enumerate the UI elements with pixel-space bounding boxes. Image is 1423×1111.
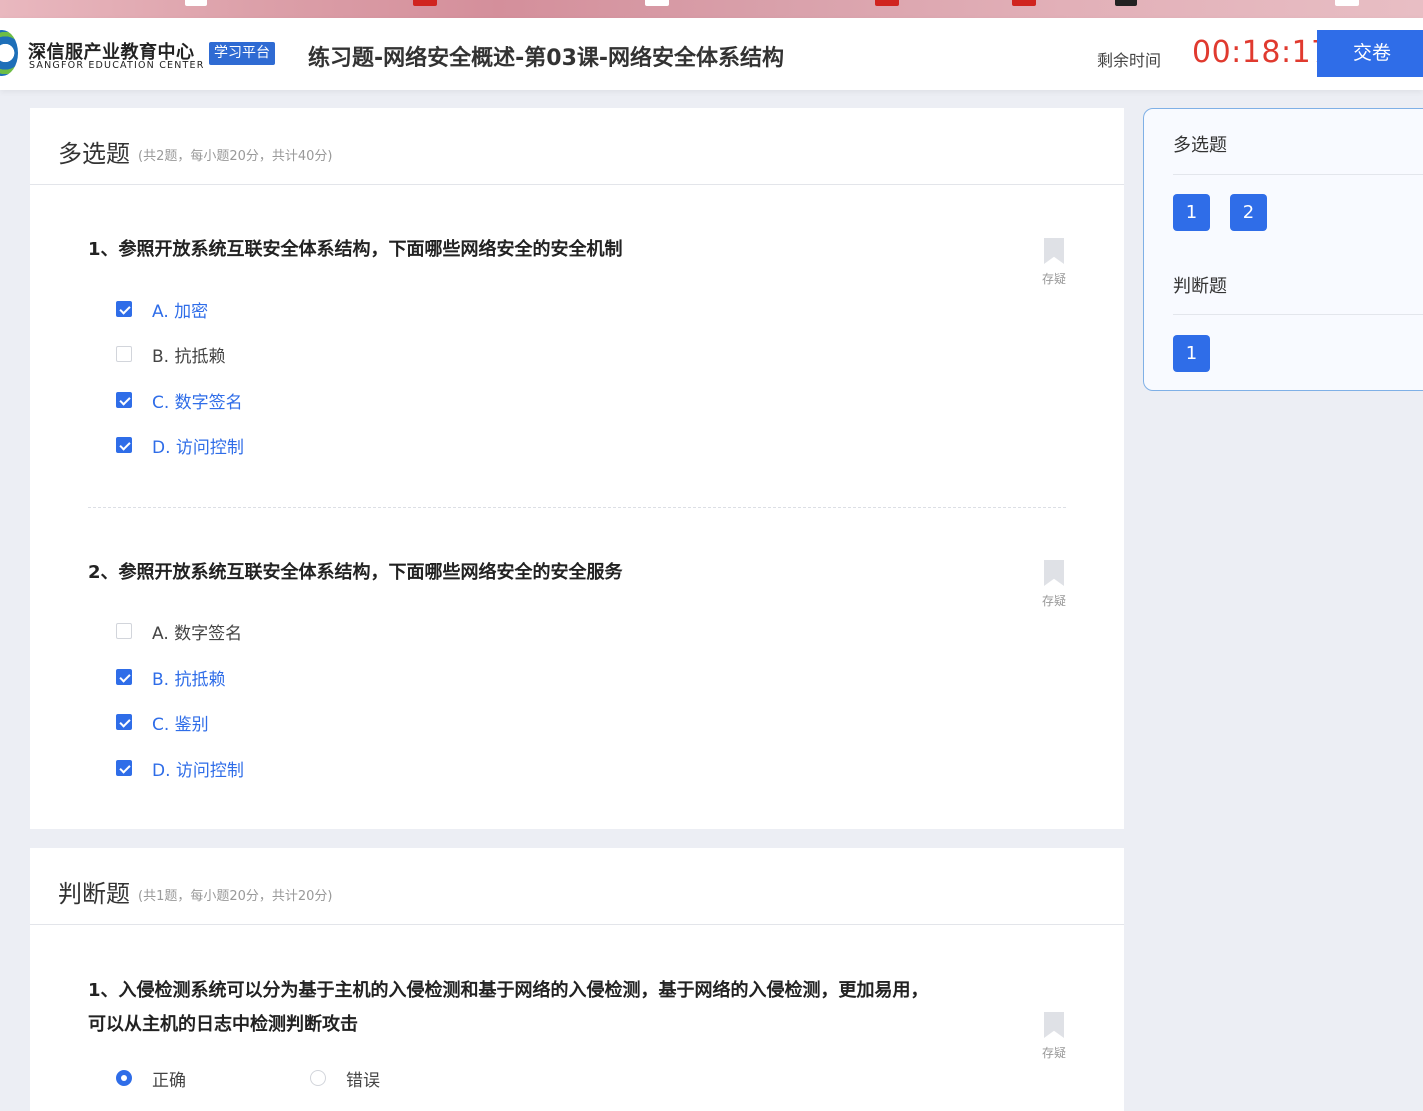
checkbox-checked[interactable] (116, 392, 132, 408)
option-label: D. 访问控制 (152, 437, 244, 458)
checkbox-checked[interactable] (116, 760, 132, 776)
option-b[interactable]: B. 抗抵赖 (116, 665, 226, 690)
doubt-bookmark-button[interactable]: 存疑 (1034, 560, 1074, 610)
browser-tab-strip (0, 0, 1423, 18)
option-label: D. 访问控制 (152, 760, 244, 781)
multiple-choice-section: 多选题 (共2题，每小题20分，共计40分) 1、参照开放系统互联安全体系结构，… (30, 108, 1124, 829)
bookmark-icon (1044, 1012, 1064, 1038)
question-text-line-1: 1、入侵检测系统可以分为基于主机的入侵检测和基于网络的入侵检测，基于网络的入侵检… (88, 980, 929, 1001)
nav-group-title: 多选题 (1173, 135, 1227, 156)
submit-exam-button[interactable]: 交卷 (1317, 30, 1423, 77)
section-title: 判断题 (58, 880, 130, 908)
section-note: (共2题，每小题20分，共计40分) (138, 149, 333, 164)
bookmark-icon (1044, 238, 1064, 264)
nav-question-button[interactable]: 2 (1230, 194, 1267, 231)
sangfor-logo-icon (0, 30, 18, 76)
nav-divider (1173, 174, 1423, 175)
bookmark-icon (1044, 560, 1064, 586)
option-false[interactable]: 错误 (310, 1066, 380, 1091)
doubt-bookmark-button[interactable]: 存疑 (1034, 238, 1074, 288)
checkbox-checked[interactable] (116, 714, 132, 730)
platform-badge: 学习平台 (209, 42, 275, 65)
doubt-bookmark-button[interactable]: 存疑 (1034, 1012, 1074, 1062)
nav-question-button[interactable]: 1 (1173, 194, 1210, 231)
exam-title: 练习题-网络安全概述-第03课-网络安全体系结构 (308, 46, 785, 71)
bookmark-label: 存疑 (1041, 1046, 1066, 1060)
question-1: 1、入侵检测系统可以分为基于主机的入侵检测和基于网络的入侵检测，基于网络的入侵检… (88, 974, 1068, 1042)
nav-question-button[interactable]: 1 (1173, 335, 1210, 372)
section-note: (共1题，每小题20分，共计20分) (138, 889, 333, 904)
checkbox-checked[interactable] (116, 301, 132, 317)
bookmark-label: 存疑 (1041, 272, 1066, 286)
option-label: B. 抗抵赖 (152, 346, 226, 367)
radio-selected[interactable] (116, 1070, 132, 1086)
section-header: 多选题 (共2题，每小题20分，共计40分) (30, 108, 1124, 185)
tab-fragment (645, 0, 669, 6)
option-label: A. 加密 (152, 301, 209, 322)
true-false-section: 判断题 (共1题，每小题20分，共计20分) 1、入侵检测系统可以分为基于主机的… (30, 848, 1124, 1111)
radio-unselected[interactable] (310, 1070, 326, 1086)
option-b[interactable]: B. 抗抵赖 (116, 342, 226, 367)
countdown-timer: 00:18:17 (1192, 35, 1331, 70)
timer-label: 剩余时间 (1097, 51, 1162, 70)
checkbox-unchecked[interactable] (116, 346, 132, 362)
checkbox-checked[interactable] (116, 437, 132, 453)
checkbox-checked[interactable] (116, 669, 132, 685)
tab-fragment (1335, 0, 1359, 6)
question-1: 1、参照开放系统互联安全体系结构，下面哪些网络安全的安全机制 (88, 233, 1068, 267)
option-d[interactable]: D. 访问控制 (116, 756, 244, 781)
option-a[interactable]: A. 加密 (116, 297, 209, 322)
nav-group-title: 判断题 (1173, 276, 1227, 297)
bookmark-label: 存疑 (1041, 594, 1066, 608)
section-header: 判断题 (共1题，每小题20分，共计20分) (30, 848, 1124, 925)
option-label: C. 数字签名 (152, 392, 243, 413)
question-text-line-2: 可以从主机的日志中检测判断攻击 (88, 1014, 358, 1035)
logo-english-text: SANGFOR EDUCATION CENTER (29, 60, 205, 71)
exam-header: 深信服产业教育中心 SANGFOR EDUCATION CENTER 学习平台 … (0, 18, 1423, 90)
tab-fragment (1115, 0, 1137, 6)
tab-fragment (185, 0, 207, 6)
tab-fragment (1012, 0, 1036, 6)
option-c[interactable]: C. 数字签名 (116, 388, 243, 413)
option-true[interactable]: 正确 (116, 1066, 186, 1091)
question-navigator: 多选题 1 2 判断题 1 (1143, 108, 1423, 391)
option-a[interactable]: A. 数字签名 (116, 619, 243, 644)
option-label: B. 抗抵赖 (152, 669, 226, 690)
option-c[interactable]: C. 鉴别 (116, 710, 209, 735)
question-text: 1、参照开放系统互联安全体系结构，下面哪些网络安全的安全机制 (88, 239, 623, 260)
question-divider (88, 507, 1066, 508)
question-text: 2、参照开放系统互联安全体系结构，下面哪些网络安全的安全服务 (88, 562, 623, 583)
option-label: 错误 (346, 1070, 380, 1091)
tab-fragment (413, 0, 437, 6)
option-label: A. 数字签名 (152, 623, 243, 644)
option-label: 正确 (152, 1070, 186, 1091)
option-label: C. 鉴别 (152, 714, 209, 735)
checkbox-unchecked[interactable] (116, 623, 132, 639)
nav-divider (1173, 314, 1423, 315)
question-2: 2、参照开放系统互联安全体系结构，下面哪些网络安全的安全服务 (88, 556, 1068, 590)
section-title: 多选题 (58, 140, 130, 168)
tab-fragment (875, 0, 899, 6)
option-d[interactable]: D. 访问控制 (116, 433, 244, 458)
